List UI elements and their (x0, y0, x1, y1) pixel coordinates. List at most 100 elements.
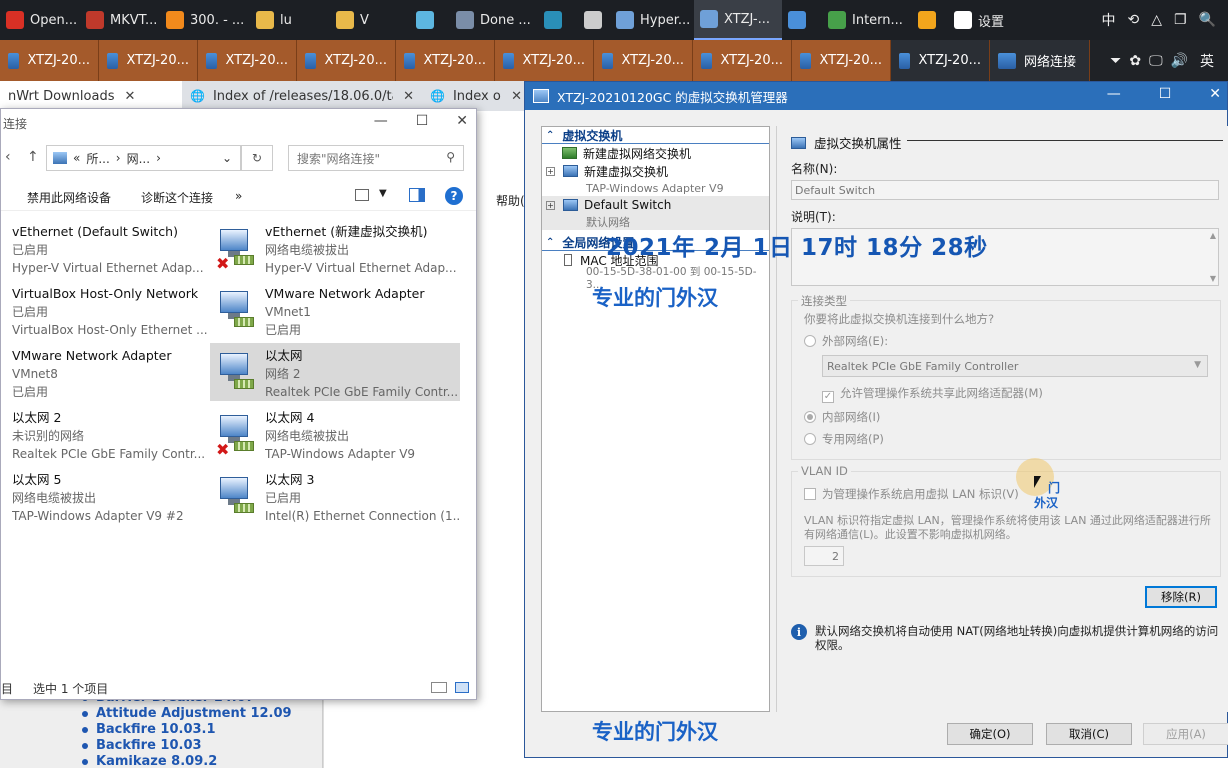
chevron-left-icon[interactable]: ‹ (5, 149, 11, 165)
close-tab-icon[interactable]: ✕ (403, 89, 414, 104)
taskbar-window-button[interactable]: XTZJ-20... (396, 40, 495, 81)
expand-icon[interactable]: + (546, 200, 555, 210)
minimize-icon[interactable]: — (374, 113, 388, 129)
taskbar-item[interactable]: MKVT... (80, 0, 160, 40)
network-adapter[interactable]: ✖ 以太网 4 网络电缆被拔出 TAP-Windows Adapter V9 (210, 405, 460, 463)
close-tab-icon[interactable]: ✕ (511, 89, 522, 104)
switch-item-default[interactable]: + Default Switch (542, 196, 769, 214)
tray-icon[interactable]: 中 (1101, 10, 1115, 30)
scroll-down-icon[interactable]: ▼ (1210, 274, 1216, 283)
up-arrow-icon[interactable]: ↑ (27, 149, 39, 165)
internal-network-option[interactable]: 内部网络(I) (804, 409, 880, 425)
maximize-icon[interactable]: ☐ (416, 113, 429, 129)
external-radio[interactable] (804, 335, 816, 347)
switch-item-new[interactable]: + 新建虚拟交换机 (542, 162, 769, 180)
taskbar-item[interactable]: Done ... (450, 0, 538, 40)
taskbar-window-button[interactable]: XTZJ-20... (792, 40, 891, 81)
network-adapter[interactable]: VMware Network Adapter VMnet1 已启用 (210, 281, 460, 339)
taskbar-window-button[interactable]: XTZJ-20... (99, 40, 198, 81)
taskbar-item[interactable] (912, 0, 948, 40)
taskbar-item[interactable]: Intern... (822, 0, 912, 40)
vlan-id-field[interactable]: 2 (804, 546, 844, 566)
more-commands-button[interactable]: » (235, 189, 242, 203)
taskbar-item[interactable]: Open... (0, 0, 80, 40)
release-link[interactable]: Kamikaze 8.09.2 (80, 754, 292, 768)
internal-radio[interactable] (804, 411, 816, 423)
pin-icon[interactable]: ⏷ (1110, 53, 1121, 69)
vlan-enable-option[interactable]: 为管理操作系统启用虚拟 LAN 标识(V) (804, 486, 1019, 502)
tray-icon[interactable]: 🔍 (1199, 12, 1216, 28)
apply-button[interactable]: 应用(A) (1143, 723, 1228, 745)
scroll-up-icon[interactable]: ▲ (1210, 231, 1216, 240)
taskbar-item[interactable] (538, 0, 578, 40)
cancel-button[interactable]: 取消(C) (1046, 723, 1132, 745)
taskbar-window-button[interactable]: XTZJ-20... (297, 40, 396, 81)
taskbar-item[interactable]: lu (250, 0, 330, 40)
bug-icon[interactable]: ✿ (1129, 53, 1141, 69)
view-options-icon[interactable] (355, 189, 369, 201)
address-bar[interactable]: « 所... › 网... › ⌄ (46, 145, 241, 171)
vlan-enable-checkbox[interactable] (804, 488, 816, 500)
minimize-icon[interactable]: — (1107, 86, 1121, 102)
taskbar-item[interactable] (782, 0, 822, 40)
taskbar-window-button[interactable]: XTZJ-20... (693, 40, 792, 81)
details-view-icon[interactable] (431, 682, 447, 693)
ok-button[interactable]: 确定(O) (947, 723, 1033, 745)
network-adapter[interactable]: 以太网 网络 2 Realtek PCIe GbE Family Contr... (210, 343, 460, 401)
search-input[interactable]: 搜索"网络连接" ⚲ (288, 145, 464, 171)
browser-tab[interactable]: nWrt Downloads ✕ (0, 81, 182, 111)
taskbar-window-button[interactable]: XTZJ-20... (891, 40, 990, 81)
network-adapter[interactable]: ✖ vEthernet (新建虚拟交换机) 网络电缆被拔出 Hyper-V Virtu… (210, 219, 460, 277)
taskbar-item[interactable]: Hyper... (610, 0, 694, 40)
large-icons-view-icon[interactable] (455, 682, 469, 693)
help-icon[interactable]: ? (445, 187, 463, 205)
taskbar-window-button[interactable]: XTZJ-20... (495, 40, 594, 81)
allow-mgmt-option[interactable]: ✓ 允许管理操作系统共享此网络适配器(M) (822, 385, 1043, 403)
chevron-down-icon[interactable]: ⌄ (222, 151, 232, 165)
address-part-2[interactable]: 网... (127, 150, 150, 167)
new-virtual-switch-item[interactable]: 新建虚拟网络交换机 (542, 144, 769, 162)
external-nic-select[interactable]: Realtek PCIe GbE Family Controller ▼ (822, 355, 1208, 377)
release-link[interactable]: Backfire 10.03 (80, 738, 292, 754)
remove-button[interactable]: 移除(R) (1145, 586, 1217, 608)
diagnose-button[interactable]: 诊断这个连接 (141, 189, 213, 206)
browser-tab[interactable]: 🌐 Index of /releases/18.06.0/targ ✕ (182, 81, 422, 111)
taskbar-window-button[interactable]: 网络连接 (990, 40, 1090, 81)
private-radio[interactable] (804, 433, 816, 445)
close-icon[interactable]: ✕ (456, 113, 468, 129)
taskbar-item[interactable]: V (330, 0, 410, 40)
network-adapter[interactable]: 以太网 3 已启用 Intel(R) Ethernet Connection (1.… (210, 467, 460, 525)
expand-icon[interactable]: + (546, 166, 555, 176)
browser-tab[interactable]: 🌐 Index of /rel ✕ (422, 81, 530, 111)
refresh-button[interactable]: ↻ (241, 145, 273, 171)
allow-mgmt-checkbox[interactable]: ✓ (822, 391, 834, 403)
release-link[interactable]: Attitude Adjustment 12.09 (80, 706, 292, 722)
name-field[interactable]: Default Switch (791, 180, 1219, 200)
section-virtual-switches[interactable]: ⌃ 虚拟交换机 (542, 127, 769, 144)
disable-device-button[interactable]: 禁用此网络设备 (27, 189, 111, 206)
tray-icon[interactable]: ⟲ (1127, 12, 1139, 28)
close-icon[interactable]: ✕ (1209, 86, 1221, 102)
preview-pane-icon[interactable] (409, 188, 425, 202)
help-menu-item[interactable]: 帮助( (496, 192, 525, 209)
collapse-icon[interactable]: ⌃ (546, 237, 554, 248)
release-link[interactable]: Backfire 10.03.1 (80, 722, 292, 738)
taskbar-item[interactable] (410, 0, 450, 40)
taskbar-window-button[interactable]: XTZJ-20... (0, 40, 99, 81)
network-tray-icon[interactable]: 🖵 (1149, 53, 1163, 69)
address-part-1[interactable]: 所... (86, 150, 109, 167)
taskbar-item[interactable] (578, 0, 610, 40)
tray-icon[interactable]: △ (1151, 12, 1162, 28)
taskbar-item[interactable]: 设置 (948, 0, 1028, 40)
private-network-option[interactable]: 专用网络(P) (804, 431, 884, 447)
chevron-down-icon[interactable]: ▼ (379, 188, 387, 199)
close-tab-icon[interactable]: ✕ (124, 89, 135, 104)
maximize-icon[interactable]: ☐ (1159, 86, 1172, 102)
input-language[interactable]: 英 (1200, 51, 1214, 71)
taskbar-item[interactable]: XTZJ-... (694, 0, 782, 40)
volume-icon[interactable]: 🔊 (1171, 53, 1188, 69)
external-network-option[interactable]: 外部网络(E): (804, 333, 888, 349)
taskbar-window-button[interactable]: XTZJ-20... (594, 40, 693, 81)
tray-icon[interactable]: ❐ (1174, 12, 1187, 28)
taskbar-window-button[interactable]: XTZJ-20... (198, 40, 297, 81)
